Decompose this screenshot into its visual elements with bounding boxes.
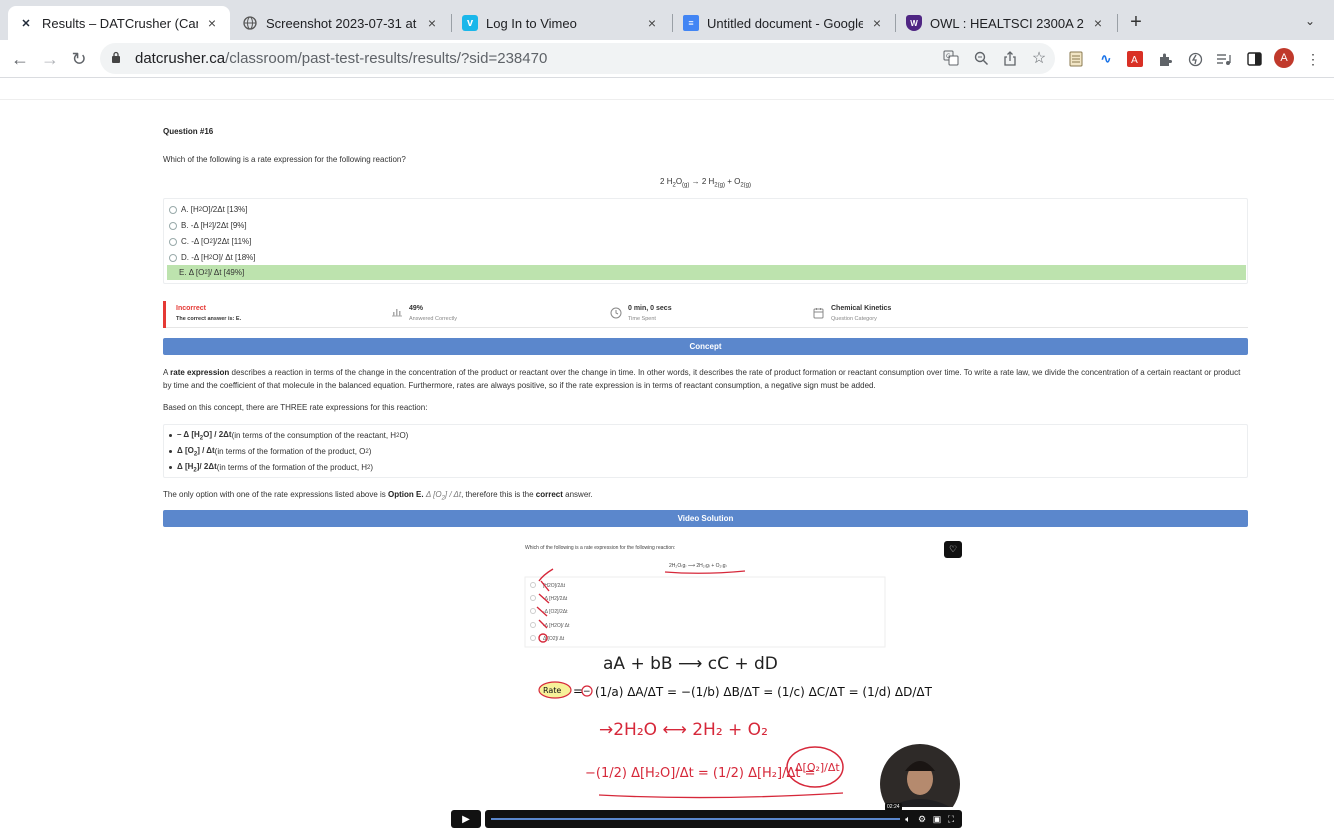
tab-owl[interactable]: W OWL : HEALTSCI 2300A 200 S ×	[896, 6, 1116, 40]
category-stat: Chemical Kinetics Question Category	[813, 305, 891, 322]
page-header-strip	[0, 78, 1334, 100]
extension-pdf-icon[interactable]: A	[1125, 49, 1145, 69]
lock-icon	[111, 51, 125, 66]
calendar-icon	[813, 307, 824, 322]
slide-question: Which of the following is a rate express…	[525, 545, 675, 551]
tab-title: Log In to Vimeo	[486, 15, 577, 31]
clock-icon	[610, 307, 622, 322]
extension-notes-icon[interactable]	[1066, 49, 1086, 69]
video-solution-header: Video Solution	[163, 510, 1248, 527]
list-item: Δ [O2] / Δt (in terms of the formation o…	[169, 446, 371, 458]
concept-lead-in: Based on this concept, there are THREE r…	[163, 403, 428, 412]
slide-reaction: 2H₂O₍g₎ ⟶ 2H₂₍g₎ + O₂₍g₎	[669, 563, 727, 569]
video-frame: Which of the following is a rate express…	[524, 545, 960, 824]
video-controls-bar: 🔈︎ ⚙ ▣ ⛶	[485, 810, 962, 828]
svg-text:Rate: Rate	[543, 686, 561, 695]
list-item: – Δ [H2O] / 2Δt (in terms of the consump…	[169, 430, 408, 442]
rate-expressions-list: – Δ [H2O] / 2Δt (in terms of the consump…	[163, 424, 1248, 478]
tab-strip: ✕ Results – DATCrusher (Canadia × Screen…	[0, 0, 1334, 40]
svg-text:G: G	[946, 53, 951, 60]
bookmark-star-icon[interactable]: ☆	[1030, 49, 1048, 67]
datcrusher-x-icon: ✕	[21, 17, 31, 30]
close-icon[interactable]: ×	[204, 15, 220, 31]
reaction-equation: 2 H2O(g) → 2 H2(g) + O2(g)	[660, 177, 751, 189]
zoom-icon[interactable]	[972, 49, 990, 67]
result-summary: Incorrect The correct answer is: E. 49% …	[163, 301, 1248, 328]
radio-button[interactable]	[169, 253, 177, 262]
reload-button[interactable]: ↻	[68, 48, 90, 70]
option-e-correct[interactable]: E. Δ [O 2 ]/ Δt [49%]	[167, 265, 1246, 280]
option-a[interactable]: A. [H 2 O]/2Δt [13%]	[167, 202, 1246, 217]
tab-title: Results – DATCrusher (Canadia	[42, 15, 198, 31]
extensions-puzzle-icon[interactable]	[1155, 49, 1175, 69]
globe-icon	[242, 15, 258, 31]
tab-vimeo[interactable]: v Log In to Vimeo ×	[452, 6, 670, 40]
slide-option: -Δ [O2]/2Δt	[543, 609, 568, 615]
settings-gear-icon[interactable]: ⚙	[916, 813, 928, 825]
concept-header: Concept	[163, 338, 1248, 355]
chevron-down-icon[interactable]: ⌄	[1305, 14, 1315, 28]
tab-screenshot[interactable]: Screenshot 2023-07-31 at 5.0 ×	[232, 6, 450, 40]
list-item: Δ [H2]/ 2Δt (in terms of the formation o…	[169, 462, 373, 474]
play-button[interactable]: ▶	[451, 810, 481, 828]
tab-title: Screenshot 2023-07-31 at 5.0	[266, 15, 418, 31]
question-text: Which of the following is a rate express…	[163, 155, 406, 164]
video-progress-bar[interactable]	[491, 818, 900, 820]
forward-button[interactable]: →	[39, 48, 61, 70]
new-tab-button[interactable]: +	[1126, 11, 1146, 34]
answer-options: A. [H 2 O]/2Δt [13%] B. -Δ [H 2]/2Δt [9%] C…	[163, 198, 1248, 284]
svg-text:(1/a) ΔA/ΔT = −(1/b) ΔB/ΔT = (: (1/a) ΔA/ΔT = −(1/b) ΔB/ΔT = (1/c) ΔC/ΔT…	[595, 685, 933, 699]
radio-button[interactable]	[169, 237, 177, 246]
concept-paragraph: A rate expression describes a reaction i…	[163, 368, 1241, 390]
close-icon[interactable]: ×	[1090, 15, 1106, 31]
tab-datcrusher[interactable]: ✕ Results – DATCrusher (Canadia ×	[8, 6, 230, 40]
bar-chart-icon	[391, 307, 403, 320]
translate-icon[interactable]: G	[942, 49, 960, 67]
owl-shield-icon: W	[906, 15, 922, 31]
close-icon[interactable]: ×	[644, 15, 660, 31]
general-rate-equation: aA + bB ⟶ cC + dD	[603, 654, 778, 674]
more-menu-icon[interactable]: ⋮	[1303, 49, 1323, 69]
extension-wave-icon[interactable]: ∿	[1096, 49, 1116, 69]
avatar[interactable]: A	[1274, 48, 1294, 68]
svg-text:−: −	[583, 687, 591, 697]
vimeo-icon: v	[462, 15, 478, 31]
tab-google-docs[interactable]: ≡ Untitled document - Google Do ×	[673, 6, 895, 40]
side-panel-icon[interactable]	[1244, 49, 1264, 69]
slide-option: -Δ [H2O]/ Δt	[543, 623, 570, 629]
conclusion-paragraph: The only option with one of the rate exp…	[163, 490, 593, 502]
video-player[interactable]: Which of the following is a rate express…	[513, 539, 963, 824]
option-d[interactable]: D. -Δ [H 2 O]/ Δt [18%]	[167, 250, 1246, 265]
presenter-webcam	[880, 744, 960, 824]
svg-text:Δ[O₂]/Δt: Δ[O₂]/Δt	[795, 761, 840, 774]
volume-icon[interactable]: 🔈︎	[902, 813, 914, 825]
browser-toolbar: ← → ↻ datcrusher.ca/classroom/past-test-…	[0, 40, 1334, 78]
question-number: Question #16	[163, 127, 214, 136]
fullscreen-icon[interactable]: ⛶	[945, 813, 957, 825]
back-button[interactable]: ←	[9, 48, 31, 70]
svg-text:−(1/2) Δ[H₂O]/Δt = (1/2) Δ[H₂]: −(1/2) Δ[H₂O]/Δt = (1/2) Δ[H₂]/Δt =	[585, 766, 816, 781]
reading-list-icon[interactable]	[1214, 49, 1234, 69]
incorrect-indicator	[163, 301, 166, 328]
picture-in-picture-icon[interactable]: ▣	[931, 813, 943, 825]
time-spent-stat: 0 min, 0 secs Time Spent	[610, 305, 672, 322]
share-icon[interactable]	[1001, 49, 1019, 67]
radio-button[interactable]	[169, 221, 177, 230]
performance-icon[interactable]	[1185, 49, 1205, 69]
close-icon[interactable]: ×	[869, 15, 885, 31]
tab-title: OWL : HEALTSCI 2300A 200 S	[930, 15, 1084, 31]
option-b[interactable]: B. -Δ [H 2]/2Δt [9%]	[167, 218, 1246, 233]
percent-correct-stat: 49% Answered Correctly	[392, 305, 457, 322]
tab-title: Untitled document - Google Do	[707, 15, 863, 31]
option-c[interactable]: C. -Δ [O 2 ]/2Δt [11%]	[167, 234, 1246, 249]
radio-button[interactable]	[169, 205, 177, 214]
address-bar[interactable]: datcrusher.ca/classroom/past-test-result…	[100, 43, 1055, 74]
svg-text:→2H₂O ⟷ 2H₂ + O₂: →2H₂O ⟷ 2H₂ + O₂	[599, 720, 768, 740]
google-docs-icon: ≡	[683, 15, 699, 31]
url-text: datcrusher.ca/classroom/past-test-result…	[135, 50, 548, 67]
heart-like-icon[interactable]: ♡	[944, 541, 962, 558]
close-icon[interactable]: ×	[424, 15, 440, 31]
result-status: Incorrect The correct answer is: E.	[176, 305, 242, 322]
svg-text:A: A	[1131, 55, 1138, 66]
